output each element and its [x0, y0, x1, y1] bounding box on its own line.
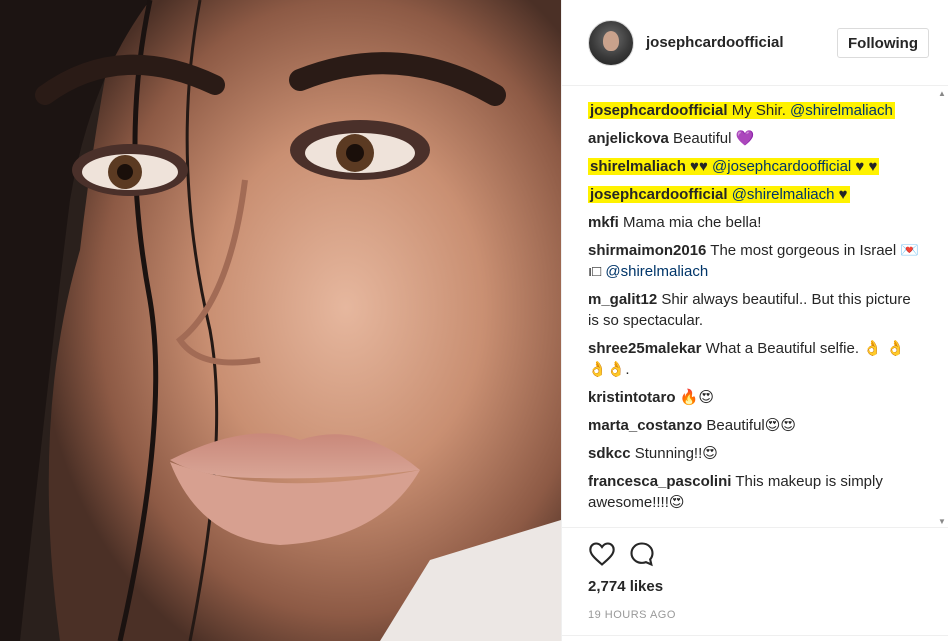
- post-actions: 2,774 likes 19 HOURS AGO: [562, 527, 948, 636]
- instagram-post: josephcardoofficial Following josephcard…: [0, 0, 948, 641]
- comment-text: ♥♥: [685, 158, 713, 175]
- author-username[interactable]: josephcardoofficial: [646, 34, 784, 51]
- divider: [562, 635, 948, 636]
- comment-text: My Shir.: [727, 102, 791, 119]
- comment-item: josephcardoofficial My Shir. @shirelmali…: [588, 100, 923, 121]
- comment-list: josephcardoofficial My Shir. @shirelmali…: [588, 100, 923, 526]
- comment-username[interactable]: josephcardoofficial: [590, 186, 728, 203]
- comment-tail: ♥: [834, 186, 848, 203]
- comment-item: anjelickova Beautiful 💜: [588, 128, 923, 149]
- comment-text: Mama mia che bella!: [618, 214, 762, 231]
- post-timestamp[interactable]: 19 HOURS AGO: [588, 609, 676, 621]
- comment-mention[interactable]: @josephcardoofficial: [712, 158, 851, 175]
- avatar[interactable]: [588, 19, 634, 66]
- comment-item: francesca_pascolini This makeup is simpl…: [588, 471, 923, 513]
- comment-mention[interactable]: @shirelmaliach: [732, 186, 835, 203]
- comment-scrollbar[interactable]: ▲ ▼: [938, 90, 946, 526]
- comment-item: sdkcc Stunning!!😍: [588, 443, 923, 464]
- comment-username[interactable]: sdkcc: [588, 445, 631, 462]
- comment-item: shirmaimon2016 The most gorgeous in Isra…: [588, 240, 923, 282]
- comment-item: m_galit12 Shir always beautiful.. But th…: [588, 289, 923, 331]
- comment-item: josephcardoofficial @shirelmaliach ♥: [588, 184, 923, 205]
- comment-username[interactable]: kristintotaro: [588, 389, 676, 406]
- comment-username[interactable]: marta_costanzo: [588, 417, 702, 434]
- likes-count[interactable]: 2,774 likes: [588, 578, 663, 595]
- comment-item: mkfi Mama mia che bella!: [588, 212, 923, 233]
- post-sidebar: josephcardoofficial Following josephcard…: [561, 0, 948, 641]
- following-button[interactable]: Following: [837, 28, 929, 58]
- speech-bubble-icon[interactable]: [628, 540, 656, 568]
- comment-username[interactable]: shree25malekar: [588, 340, 701, 357]
- comment-mention[interactable]: @shirelmaliach: [605, 263, 708, 280]
- comment-username[interactable]: anjelickova: [588, 130, 669, 147]
- comment-mention[interactable]: @shirelmaliach: [790, 102, 893, 119]
- comment-username[interactable]: m_galit12: [588, 291, 657, 308]
- comment-item: marta_costanzo Beautiful😍😍: [588, 415, 923, 436]
- action-icons: [588, 540, 656, 568]
- comment-text: Stunning!!😍: [630, 445, 718, 462]
- comment-username[interactable]: francesca_pascolini: [588, 473, 731, 490]
- comment-username[interactable]: shirelmaliach: [590, 158, 686, 175]
- comment-item: shirelmaliach ♥♥ @josephcardoofficial ♥ …: [588, 156, 923, 177]
- comment-text: Beautiful😍😍: [702, 417, 797, 434]
- comment-text: Beautiful 💜: [668, 130, 755, 147]
- comment-item: shree25malekar What a Beautiful selfie. …: [588, 338, 923, 380]
- heart-icon[interactable]: [588, 540, 616, 568]
- portrait-illustration: [0, 0, 561, 641]
- comment-username[interactable]: mkfi: [588, 214, 619, 231]
- comment-username[interactable]: josephcardoofficial: [590, 102, 728, 119]
- scroll-down-icon[interactable]: ▼: [938, 518, 946, 526]
- scroll-up-icon[interactable]: ▲: [938, 90, 946, 98]
- comment-text: 🔥😍: [675, 389, 714, 406]
- comment-tail: ♥ ♥: [851, 158, 878, 175]
- comment-item: kristintotaro 🔥😍: [588, 387, 923, 408]
- post-header: josephcardoofficial Following: [562, 0, 948, 86]
- post-photo[interactable]: [0, 0, 561, 641]
- comment-username[interactable]: shirmaimon2016: [588, 242, 706, 259]
